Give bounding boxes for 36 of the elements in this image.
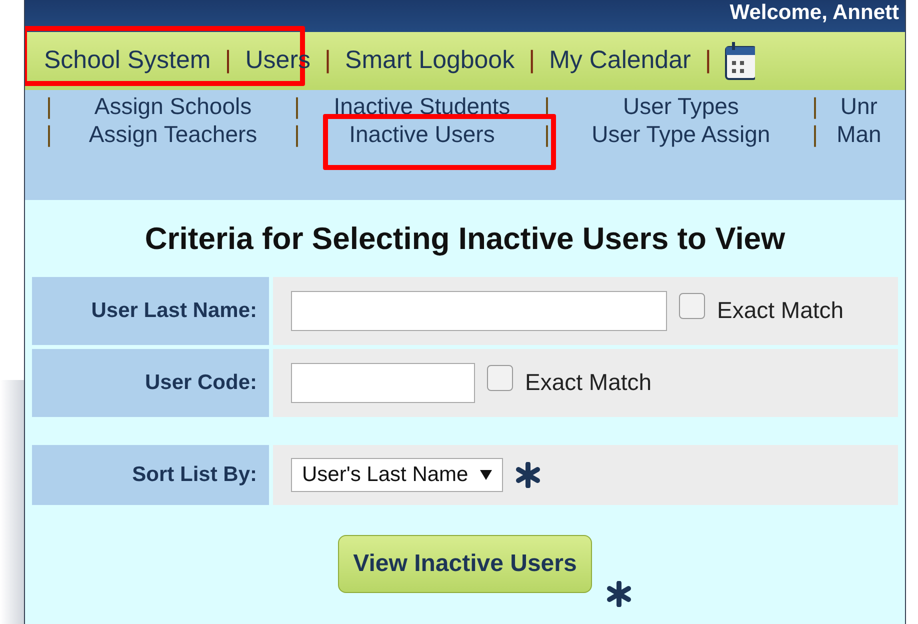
welcome-text: Welcome, Annett — [730, 1, 899, 25]
field-label: User Last Name: — [32, 276, 269, 344]
separator: | — [224, 45, 232, 76]
text-field[interactable] — [291, 290, 667, 330]
submenu-link[interactable]: Man — [836, 120, 882, 148]
separator: | — [810, 120, 819, 148]
separator: | — [324, 45, 332, 76]
field-label: User Code: — [32, 348, 269, 416]
separator: | — [45, 120, 53, 148]
submenu-link[interactable]: Inactive Users — [349, 120, 495, 148]
submenu-link[interactable]: User Types — [623, 92, 739, 120]
submenu-link[interactable]: Assign Schools — [94, 92, 252, 120]
calendar-icon[interactable] — [725, 41, 756, 81]
sort-dropdown[interactable]: User's Last Name — [291, 458, 504, 492]
separator: | — [704, 45, 712, 76]
caret-icon — [480, 470, 492, 480]
separator: | — [810, 92, 819, 120]
checkbox-label: Exact Match — [717, 296, 844, 326]
form-title: Criteria for Selecting Inactive Users to View — [144, 220, 786, 258]
text-field[interactable] — [291, 362, 475, 402]
separator: | — [292, 120, 301, 148]
submenu-link[interactable]: User Type Assign — [592, 120, 770, 148]
submenu-link[interactable]: Inactive Students — [334, 92, 510, 120]
nav-link[interactable]: My Calendar — [549, 42, 691, 80]
nav-link[interactable]: School System — [44, 42, 211, 80]
checkbox-label: Exact Match — [525, 368, 652, 398]
separator: | — [542, 120, 551, 148]
submenu-link[interactable]: Assign Teachers — [88, 120, 258, 148]
checkbox[interactable] — [679, 292, 705, 318]
checkbox[interactable] — [487, 364, 513, 390]
separator: | — [528, 45, 536, 76]
nav-link[interactable]: Smart Logbook — [345, 42, 515, 80]
submenu-link[interactable]: Unr — [840, 92, 878, 120]
separator: | — [45, 92, 53, 120]
field-label: Sort List By: — [32, 444, 269, 504]
separator: | — [292, 92, 301, 120]
